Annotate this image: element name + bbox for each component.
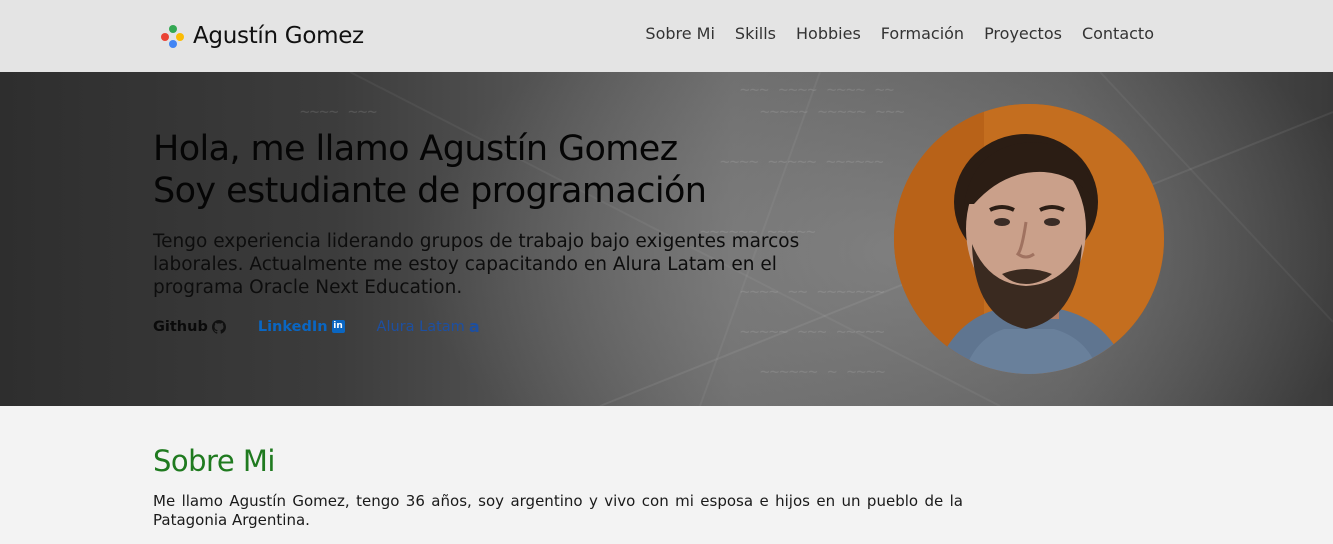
- site-header: Agustín Gomez Sobre Mi Skills Hobbies Fo…: [0, 0, 1333, 72]
- github-icon: [211, 319, 226, 334]
- alura-logo-icon: a: [468, 317, 480, 336]
- hero-title-line-2: Soy estudiante de programación: [153, 171, 707, 211]
- nav-item-proyectos[interactable]: Proyectos: [984, 24, 1062, 43]
- nav-item-formacion[interactable]: Formación: [881, 24, 964, 43]
- about-title: Sobre Mi: [153, 444, 275, 478]
- hero-title-line-1: Hola, me llamo Agustín Gomez: [153, 129, 678, 169]
- brand-name: Agustín Gomez: [193, 23, 364, 49]
- profile-photo-illustration: [894, 104, 1164, 374]
- hero-title: Hola, me llamo Agustín Gomez Soy estudia…: [153, 128, 853, 212]
- about-text: Me llamo Agustín Gomez, tengo 36 años, s…: [153, 492, 963, 529]
- brand-dots-icon: [160, 23, 186, 49]
- linkedin-link-label: LinkedIn: [257, 318, 328, 335]
- brand-dot-red: [161, 33, 169, 41]
- nav-item-contacto[interactable]: Contacto: [1082, 24, 1154, 43]
- linkedin-icon: in: [331, 320, 345, 333]
- nav-item-hobbies[interactable]: Hobbies: [796, 24, 861, 43]
- hero-content: Hola, me llamo Agustín Gomez Soy estudia…: [153, 128, 853, 336]
- hero-section: ~~~ ~~~~ ~~~~ ~~ ~~~~~ ~~~~~ ~~~ ~~~~ ~~…: [0, 72, 1333, 406]
- brand-dot-yellow: [176, 33, 184, 41]
- github-link-label: Github: [153, 318, 208, 335]
- hero-description: Tengo experiencia liderando grupos de tr…: [153, 231, 800, 298]
- linkedin-link[interactable]: LinkedIn in: [258, 319, 345, 335]
- nav-item-sobre-mi[interactable]: Sobre Mi: [645, 24, 715, 43]
- social-links: Github LinkedIn in Alura Latam a: [153, 317, 853, 336]
- nav-item-skills[interactable]: Skills: [735, 24, 776, 43]
- brand-link[interactable]: Agustín Gomez: [160, 21, 364, 51]
- brand-dot-blue: [169, 40, 177, 48]
- profile-photo: [894, 104, 1164, 374]
- main-nav: Sobre Mi Skills Hobbies Formación Proyec…: [645, 24, 1154, 43]
- github-link[interactable]: Github: [153, 319, 226, 335]
- alura-link-label: Alura Latam: [376, 318, 465, 335]
- brand-dot-green: [169, 25, 177, 33]
- about-section: Sobre Mi Me llamo Agustín Gomez, tengo 3…: [153, 444, 963, 530]
- alura-link[interactable]: Alura Latam a: [377, 317, 480, 336]
